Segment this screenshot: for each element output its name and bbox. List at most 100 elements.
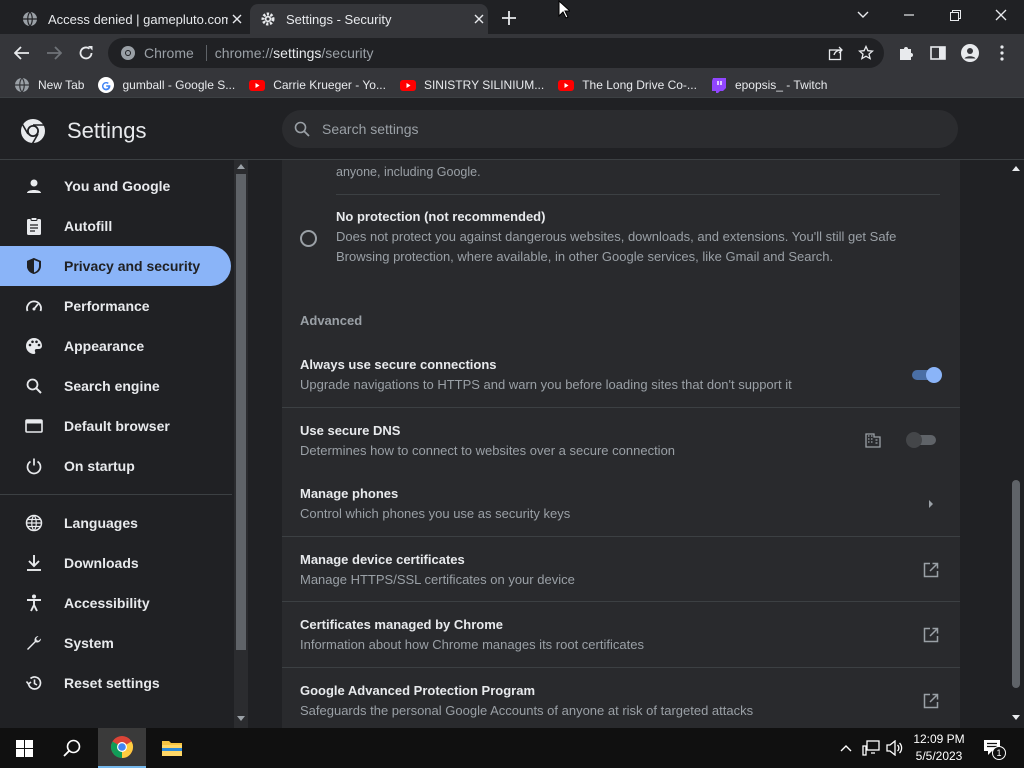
palette-icon xyxy=(24,336,44,356)
omnibox-url: chrome://settings/security xyxy=(215,45,374,61)
sidebar-item-reset-settings[interactable]: Reset settings xyxy=(0,663,231,703)
network-button[interactable] xyxy=(860,728,882,768)
back-button[interactable] xyxy=(9,40,35,66)
sidebar-item-on-startup[interactable]: On startup xyxy=(0,446,231,486)
power-icon xyxy=(24,456,44,476)
tab-title: Settings - Security xyxy=(286,11,392,27)
close-icon[interactable] xyxy=(470,10,488,28)
bookmark-label: gumball - Google S... xyxy=(122,77,236,92)
search-settings-input[interactable]: Search settings xyxy=(282,110,958,148)
restore-button[interactable] xyxy=(932,0,978,30)
tab-search-button[interactable] xyxy=(840,0,886,30)
bookmark-new-tab[interactable]: New Tab xyxy=(14,77,84,93)
sidebar-item-search-engine[interactable]: Search engine xyxy=(0,366,231,406)
sidebar-item-appearance[interactable]: Appearance xyxy=(0,326,231,366)
row-description: Determines how to connect to websites ov… xyxy=(300,443,676,458)
open-in-new-icon[interactable] xyxy=(922,561,940,579)
arrow-right-icon[interactable] xyxy=(922,495,940,513)
sidebar-item-languages[interactable]: Languages xyxy=(0,503,231,543)
speedometer-icon xyxy=(24,296,44,316)
divider xyxy=(336,194,940,195)
sidebar-divider xyxy=(0,494,232,495)
row-description: Control which phones you use as security… xyxy=(300,506,571,521)
toggle-knob xyxy=(926,367,942,383)
open-in-new-icon[interactable] xyxy=(922,626,940,644)
bookmark-long-drive[interactable]: The Long Drive Co-... xyxy=(558,77,697,93)
taskbar-search-button[interactable] xyxy=(48,728,96,768)
setting-row-secure-dns[interactable]: Use secure DNS Determines how to connect… xyxy=(282,407,960,472)
restore-icon xyxy=(949,9,961,21)
sidebar-item-accessibility[interactable]: Accessibility xyxy=(0,583,231,623)
sidebar-item-performance[interactable]: Performance xyxy=(0,286,231,326)
chrome-icon xyxy=(121,46,135,60)
globe-icon xyxy=(23,11,37,27)
profile-avatar-icon xyxy=(961,44,979,62)
no-protection-radio[interactable] xyxy=(300,230,317,247)
sidebar-item-privacy-and-security[interactable]: Privacy and security xyxy=(0,246,231,286)
mouse-cursor-icon xyxy=(558,0,570,19)
main-scrollbar-thumb[interactable] xyxy=(1012,480,1020,688)
no-protection-desc-line2: Browsing protection, where available, in… xyxy=(336,249,834,264)
bookmark-label: Carrie Krueger - Yo... xyxy=(273,77,386,92)
row-description: Upgrade navigations to HTTPS and warn yo… xyxy=(300,377,792,392)
setting-row-secure-connections[interactable]: Always use secure connections Upgrade na… xyxy=(282,343,960,408)
taskbar-clock[interactable]: 12:09 PM 5/5/2023 xyxy=(908,731,970,765)
setting-row-chrome-certificates[interactable]: Certificates managed by Chrome Informati… xyxy=(282,601,960,667)
forward-button[interactable] xyxy=(41,40,67,66)
window-close-button[interactable] xyxy=(978,0,1024,30)
sidebar-scrollbar[interactable] xyxy=(234,160,248,728)
chrome-icon xyxy=(111,736,133,758)
side-panel-button[interactable] xyxy=(925,40,951,66)
sidebar-item-default-browser[interactable]: Default browser xyxy=(0,406,231,446)
setting-row-device-certificates[interactable]: Manage device certificates Manage HTTPS/… xyxy=(282,536,960,602)
security-card: anyone, including Google. No protection … xyxy=(282,160,960,728)
tab-access-denied[interactable]: Access denied | gamepluto.com xyxy=(12,4,246,34)
setting-row-advanced-protection[interactable]: Google Advanced Protection Program Safeg… xyxy=(282,667,960,728)
sidebar-scrollbar-thumb[interactable] xyxy=(236,174,246,650)
close-icon xyxy=(995,9,1007,21)
bookmark-label: New Tab xyxy=(38,77,85,92)
google-icon xyxy=(98,76,115,93)
sidebar-item-autofill[interactable]: Autofill xyxy=(0,206,231,246)
toggle-knob xyxy=(906,432,922,448)
taskbar-file-explorer[interactable] xyxy=(148,728,196,768)
minimize-icon xyxy=(904,14,914,16)
chrome-logo-icon xyxy=(21,119,45,144)
sidebar-item-label: Languages xyxy=(64,515,138,531)
main-scrollbar[interactable] xyxy=(1008,160,1024,728)
show-hidden-icons-button[interactable] xyxy=(836,728,856,768)
sidebar-item-label: Downloads xyxy=(64,555,139,571)
url-scheme: chrome:// xyxy=(214,45,274,61)
start-button[interactable] xyxy=(0,728,48,768)
notification-center-button[interactable]: 1 xyxy=(978,728,1008,768)
profile-button[interactable] xyxy=(957,40,983,66)
setting-row-manage-phones[interactable]: Manage phones Control which phones you u… xyxy=(282,471,960,536)
arrow-right-icon xyxy=(47,46,62,60)
address-bar[interactable]: Chrome chrome://settings/security xyxy=(108,38,884,68)
accessibility-icon xyxy=(24,593,44,613)
sidebar-item-downloads[interactable]: Downloads xyxy=(0,543,231,583)
windows-logo-icon xyxy=(15,739,33,757)
menu-button[interactable] xyxy=(989,40,1015,66)
bookmark-twitch[interactable]: epopsis_ - Twitch xyxy=(711,77,827,93)
bookmark-carrie-krueger[interactable]: Carrie Krueger - Yo... xyxy=(249,77,386,93)
bookmark-star-icon[interactable] xyxy=(858,45,874,61)
sidebar-item-you-and-google[interactable]: You and Google xyxy=(0,166,231,206)
volume-button[interactable] xyxy=(884,728,906,768)
share-icon[interactable] xyxy=(828,45,844,61)
reload-button[interactable] xyxy=(73,40,99,66)
bookmark-gumball[interactable]: gumball - Google S... xyxy=(98,76,236,93)
taskbar-chrome[interactable] xyxy=(98,728,146,768)
close-icon[interactable] xyxy=(228,10,246,28)
secure-dns-toggle[interactable] xyxy=(906,432,938,448)
new-tab-button[interactable] xyxy=(498,7,520,29)
secure-connections-toggle[interactable] xyxy=(910,367,942,383)
youtube-icon xyxy=(399,79,416,91)
sidebar-item-system[interactable]: System xyxy=(0,623,231,663)
tab-settings-security[interactable]: Settings - Security xyxy=(250,4,488,34)
bookmark-sinistry[interactable]: SINISTRY SILINIUM... xyxy=(399,77,544,93)
url-path: /security xyxy=(321,45,374,61)
open-in-new-icon[interactable] xyxy=(922,692,940,710)
extensions-button[interactable] xyxy=(893,40,919,66)
minimize-button[interactable] xyxy=(886,0,932,30)
